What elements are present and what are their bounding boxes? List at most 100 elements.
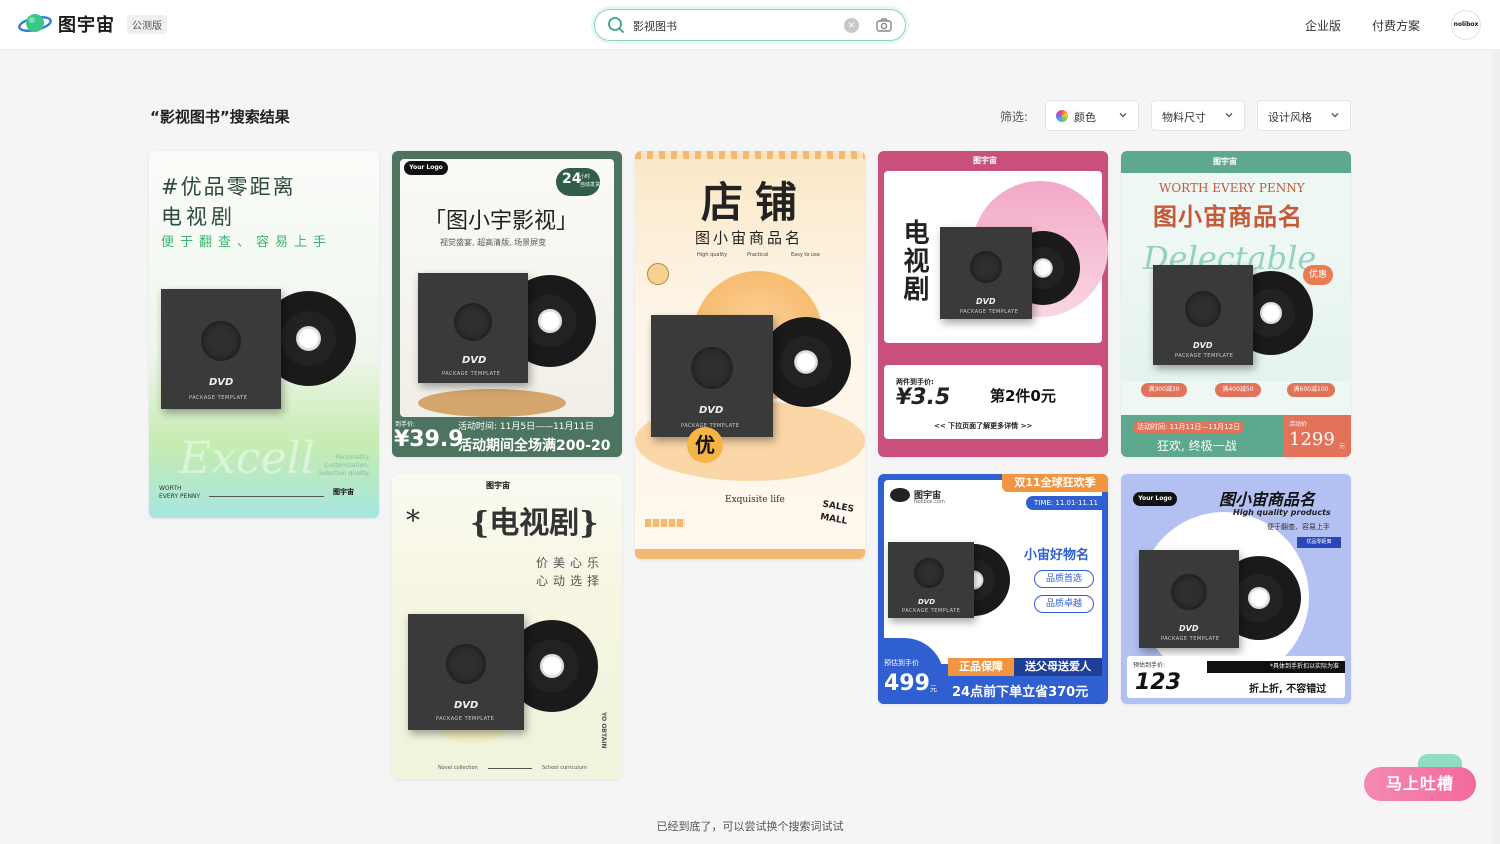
template-card-5[interactable]: 图宇宙 WORTH EVERY PENNY 图小宙商品名 Delectable …: [1121, 151, 1351, 457]
camera-search-icon[interactable]: [875, 16, 893, 38]
card1-brand: 图宇宙: [333, 488, 354, 496]
card8-note: *具体到手折扣以实际为准: [1207, 661, 1345, 673]
card3-sales: SALES MALL: [819, 499, 855, 527]
card8-sub2: 便于翻查、容易上手: [1267, 523, 1330, 531]
card7-name: 小宙好物名: [1024, 548, 1090, 563]
card7-price: 499: [884, 671, 930, 696]
card5-unit: 元: [1339, 443, 1346, 450]
filter-size-label: 物料尺寸: [1162, 111, 1206, 124]
template-card-7[interactable]: 图宇宙 Nolibox.com 双11全球狂欢季 TIME: 11.01-11.…: [878, 474, 1108, 704]
brand-logo-icon: [890, 488, 910, 502]
dvd-case: DVD PACKAGE TEMPLATE: [651, 315, 773, 437]
dvd-case: DVD PACKAGE TEMPLATE: [418, 273, 528, 383]
card4-brand: 图宇宙: [973, 156, 997, 165]
filter-size-dropdown[interactable]: 物料尺寸: [1151, 100, 1245, 131]
filter-label: 筛选:: [1000, 110, 1029, 124]
dvd-case: DVD PACKAGE TEMPLATE: [940, 227, 1032, 319]
card1-side-text: Personality Customization, Selection qua…: [318, 454, 369, 477]
card6-title: {电视剧}: [470, 506, 599, 541]
chevron-down-icon: [1118, 110, 1128, 123]
card5-brand: 图宇宙: [1213, 157, 1237, 166]
table-decoration: [418, 389, 566, 417]
search-input[interactable]: [633, 16, 833, 36]
card7-brand-sub: Nolibox.com: [914, 499, 945, 505]
card5-title: 图小宙商品名: [1153, 202, 1303, 231]
card5-en: WORTH EVERY PENNY: [1159, 181, 1305, 195]
dvd-disc: [761, 317, 851, 407]
card1-subtitle: 便于翻查、容易上手: [161, 235, 333, 250]
page-title: “影视图书”搜索结果: [150, 108, 290, 126]
card5-slogan: 狂欢, 终极一战: [1157, 439, 1237, 453]
card8-badge: 优品零距离: [1297, 537, 1341, 548]
filter-color-label: 颜色: [1074, 111, 1096, 124]
card5-price-label: 活动价: [1289, 421, 1308, 428]
card8-logo: Your Logo: [1133, 492, 1177, 506]
chevron-down-icon: [1224, 110, 1234, 123]
template-card-4[interactable]: 图宇宙 电视剧 DVD PACKAGE TEMPLATE 两件到手价: ¥3.5…: [878, 151, 1108, 457]
card7-time: TIME: 11.01-11.11: [1026, 496, 1106, 510]
template-card-2[interactable]: Your Logo 24 小时 自动发货 「图小宇影视」 视觉盛宴, 超高清版,…: [392, 151, 622, 457]
card5-coupon2: 满400减50: [1215, 383, 1261, 397]
card7-promo: 24点前下单立省370元: [952, 685, 1089, 700]
dvd-case: DVD PACKAGE TEMPLATE: [161, 289, 281, 409]
card1-script: Excell: [179, 433, 315, 484]
card6-brand: 图宇宙: [486, 481, 510, 490]
nav-pricing[interactable]: 付费方案: [1372, 17, 1420, 34]
template-card-8[interactable]: Your Logo 图小宙商品名 High quality products 便…: [1121, 474, 1351, 704]
card7-price-label: 预估到手价: [884, 659, 919, 667]
card4-swipe: << 下拉页面了解更多详情 >>: [934, 422, 1033, 430]
card6-side: YO OBTAIN: [600, 712, 607, 749]
card5-coupon3: 满600减100: [1287, 383, 1335, 397]
dvd-case: DVD PACKAGE TEMPLATE: [888, 542, 974, 618]
dvd-case: DVD PACKAGE TEMPLATE: [1139, 550, 1239, 648]
chevron-down-icon: [1330, 110, 1340, 123]
color-wheel-icon: [1056, 110, 1068, 122]
template-card-1[interactable]: #优品零距离 电视剧 便于翻查、容易上手 DVD PACKAGE TEMPLAT…: [149, 151, 379, 518]
card2-logo: Your Logo: [404, 161, 448, 175]
card2-date: 活动时间: 11月5日——11月11日: [458, 422, 594, 432]
template-card-3[interactable]: 店铺 图小宙商品名 High quality Practical Easy to…: [635, 151, 865, 559]
card5-youhui: 优惠: [1303, 265, 1333, 285]
card7-tag1: 品质首选: [1034, 570, 1094, 588]
search-icon[interactable]: [607, 16, 625, 38]
card5-price: 1299: [1289, 429, 1335, 450]
brand-logo[interactable]: 图宇宙 公测版: [18, 11, 167, 37]
card8-price-label: 预估到手价:: [1133, 662, 1166, 669]
filter-style-label: 设计风格: [1268, 111, 1312, 124]
avatar[interactable]: nolibox: [1451, 10, 1481, 40]
card4-second: 第2件0元: [990, 387, 1056, 405]
divider: [488, 768, 532, 769]
nav-enterprise[interactable]: 企业版: [1305, 17, 1341, 34]
card1-title2: 电视剧: [161, 205, 236, 229]
card8-price: 123: [1135, 670, 1181, 695]
divider: [209, 496, 324, 497]
clear-search-icon[interactable]: ×: [844, 18, 859, 33]
asterisk-icon: *: [406, 504, 420, 537]
card1-bottom-text: WORTH EVERY PENNY: [159, 485, 201, 500]
card2-price: ¥39.9: [394, 427, 464, 452]
card5-date: 活动时间: 11月11日—11月12日: [1133, 421, 1245, 433]
top-bar: 图宇宙 公测版 × 企业版 付费方案 nolibox: [0, 0, 1500, 50]
card7-unit: 元: [930, 685, 937, 693]
card8-sub1: High quality products: [1233, 508, 1331, 517]
card3-subtitle: 图小宙商品名: [695, 229, 804, 247]
scrollbar[interactable]: [1492, 50, 1500, 844]
card3-title: 店铺: [701, 178, 810, 227]
card3-badge: 优: [687, 427, 723, 463]
card7-tag2: 品质卓越: [1034, 595, 1094, 613]
card6-poem2: 心动选择: [536, 574, 605, 588]
planet-logo-icon: [18, 11, 52, 37]
brand-name: 图宇宙: [58, 15, 115, 36]
beta-badge: 公测版: [127, 14, 167, 34]
card3-exquisite: Exquisite life: [725, 495, 785, 505]
card8-slogan: 折上折, 不容错过: [1249, 684, 1327, 695]
template-card-6[interactable]: 图宇宙 * {电视剧} 价美心乐 心动选择 DVD PACKAGE TEMPLA…: [392, 474, 622, 779]
filter-color-dropdown[interactable]: 颜色: [1045, 100, 1139, 131]
card7-badge: 双11全球狂欢季: [1002, 474, 1108, 492]
card4-vertical-title: 电视剧: [899, 219, 929, 303]
card2-title: 「图小宇影视」: [424, 209, 579, 234]
card8-title: 图小宙商品名: [1219, 490, 1316, 509]
card6-left: Novel collection: [438, 765, 478, 771]
filter-style-dropdown[interactable]: 设计风格: [1257, 100, 1351, 131]
feedback-button[interactable]: 马上吐槽: [1364, 767, 1476, 801]
